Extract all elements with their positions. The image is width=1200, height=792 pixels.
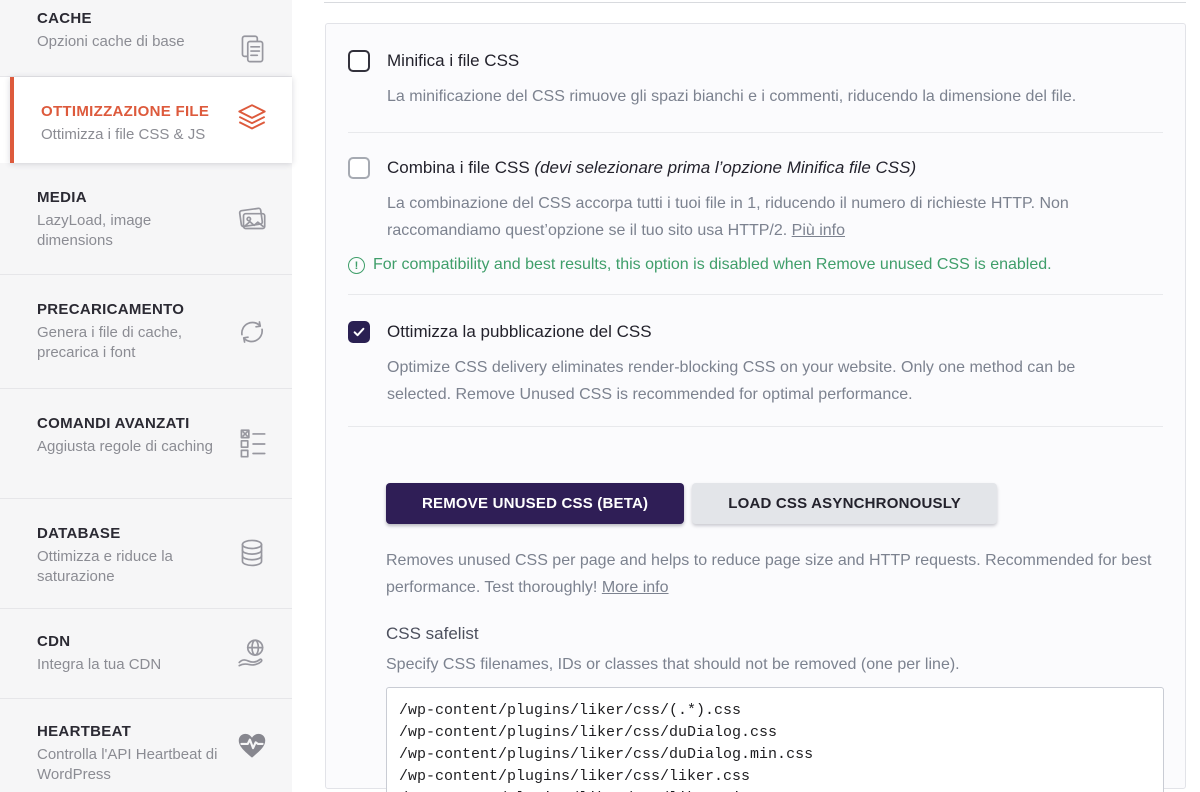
remove-unused-css-description: Removes unused CSS per page and helps to… bbox=[386, 552, 1152, 596]
css-safelist-textarea[interactable]: /wp-content/plugins/liker/css/(.*).css /… bbox=[386, 687, 1164, 792]
combine-css-section: Combina i file CSS (devi selezionare pri… bbox=[326, 133, 1185, 294]
remove-unused-css-button[interactable]: REMOVE UNUSED CSS (BETA) bbox=[386, 483, 685, 524]
combine-css-checkbox[interactable] bbox=[348, 157, 370, 179]
minify-css-checkbox[interactable] bbox=[348, 50, 370, 72]
css-settings-panel: Minifica i file CSS La minificazione del… bbox=[325, 23, 1186, 792]
settings-sidebar: CACHE Opzioni cache di base OTTIMIZZAZIO… bbox=[0, 0, 292, 792]
sidebar-item-cache[interactable]: CACHE Opzioni cache di base bbox=[0, 0, 292, 77]
sidebar-item-subtitle: Controlla l'API Heartbeat di WordPress bbox=[37, 746, 218, 783]
sidebar-item-subtitle: Ottimizza e riduce la saturazione bbox=[37, 548, 173, 585]
sidebar-item-subtitle: Genera i file di cache, precarica i font bbox=[37, 324, 183, 361]
sidebar-item-subtitle: Ottimizza i file CSS & JS bbox=[41, 126, 206, 143]
optimize-css-delivery-section: Ottimizza la pubblicazione del CSS Optim… bbox=[326, 295, 1185, 426]
checklist-icon bbox=[234, 426, 270, 462]
sidebar-item-title: CACHE bbox=[37, 10, 92, 27]
sidebar-item-title: CDN bbox=[37, 633, 71, 650]
refresh-icon bbox=[234, 314, 270, 350]
remove-unused-css-block: REMOVE UNUSED CSS (BETA) LOAD CSS ASYNCH… bbox=[326, 427, 1185, 792]
layers-icon bbox=[234, 102, 270, 138]
pages-icon bbox=[234, 32, 270, 68]
sidebar-item-title: OTTIMIZZAZIONE FILE bbox=[41, 103, 210, 120]
combine-css-label[interactable]: Combina i file CSS (devi selezionare pri… bbox=[387, 158, 916, 178]
combine-css-description: La combinazione del CSS accorpa tutti i … bbox=[387, 195, 1069, 239]
alert-circle-icon: ! bbox=[348, 256, 365, 274]
sidebar-item-advanced-rules[interactable]: COMANDI AVANZATI Aggiusta regole di cach… bbox=[0, 389, 292, 499]
minify-css-label[interactable]: Minifica i file CSS bbox=[387, 51, 519, 71]
optimize-css-delivery-checkbox[interactable] bbox=[348, 321, 370, 343]
sidebar-item-heartbeat[interactable]: HEARTBEAT Controlla l'API Heartbeat di W… bbox=[0, 699, 292, 792]
rucss-more-info-link[interactable]: More info bbox=[602, 579, 669, 596]
minify-css-section: Minifica i file CSS La minificazione del… bbox=[326, 24, 1185, 132]
sidebar-item-media[interactable]: MEDIA LazyLoad, image dimensions bbox=[0, 163, 292, 275]
load-css-asynchronously-button[interactable]: LOAD CSS ASYNCHRONOUSLY bbox=[692, 483, 997, 524]
sidebar-item-subtitle: Aggiusta regole di caching bbox=[37, 438, 213, 455]
content-top-divider bbox=[324, 2, 1186, 3]
sidebar-item-subtitle: LazyLoad, image dimensions bbox=[37, 212, 152, 249]
sidebar-item-file-optimization[interactable]: OTTIMIZZAZIONE FILE Ottimizza i file CSS… bbox=[10, 77, 292, 163]
sidebar-item-subtitle: Opzioni cache di base bbox=[37, 33, 185, 50]
minify-css-description: La minificazione del CSS rimuove gli spa… bbox=[387, 88, 1077, 105]
wp-rocket-settings-page: CACHE Opzioni cache di base OTTIMIZZAZIO… bbox=[0, 0, 1200, 792]
combine-css-requirement-note: (devi selezionare prima l’opzione Minifi… bbox=[534, 158, 917, 177]
sidebar-item-preload[interactable]: PRECARICAMENTO Genera i file di cache, p… bbox=[0, 275, 292, 389]
sidebar-item-title: COMANDI AVANZATI bbox=[37, 415, 190, 432]
sidebar-item-cdn[interactable]: CDN Integra la tua CDN bbox=[0, 609, 292, 699]
globe-hand-icon bbox=[234, 636, 270, 672]
css-safelist-title: CSS safelist bbox=[386, 624, 479, 643]
optimize-css-delivery-label[interactable]: Ottimizza la pubblicazione del CSS bbox=[387, 322, 652, 342]
sidebar-item-title: HEARTBEAT bbox=[37, 723, 132, 740]
combine-css-more-info-link[interactable]: Più info bbox=[792, 222, 845, 239]
sidebar-item-subtitle: Integra la tua CDN bbox=[37, 656, 162, 673]
sidebar-item-database[interactable]: DATABASE Ottimizza e riduce la saturazio… bbox=[0, 499, 292, 609]
database-icon bbox=[234, 536, 270, 572]
sidebar-item-title: DATABASE bbox=[37, 525, 121, 542]
sidebar-item-title: MEDIA bbox=[37, 189, 87, 206]
optimize-css-delivery-description: Optimize CSS delivery eliminates render-… bbox=[387, 359, 1076, 403]
css-safelist-hint: Specify CSS filenames, IDs or classes th… bbox=[386, 656, 960, 673]
heartbeat-icon bbox=[234, 728, 270, 764]
sidebar-item-title: PRECARICAMENTO bbox=[37, 301, 185, 318]
compatibility-notice: ! For compatibility and best results, th… bbox=[348, 256, 1161, 274]
photos-icon bbox=[234, 201, 270, 237]
